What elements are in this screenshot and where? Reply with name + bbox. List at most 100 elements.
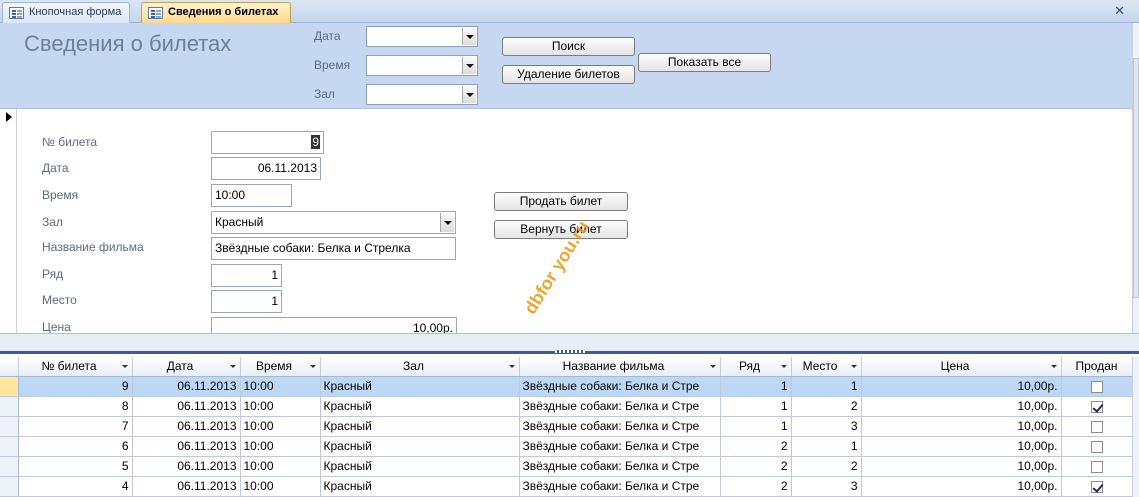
cell-hall[interactable]: Красный <box>320 436 520 457</box>
column-header-film[interactable]: Название фильма <box>519 357 721 377</box>
cell-film[interactable]: Звёздные собаки: Белка и Стре <box>519 436 721 457</box>
cell-date[interactable]: 06.11.2013 <box>132 416 241 437</box>
film-field[interactable]: Звёздные собаки: Белка и Стрелка <box>211 237 456 260</box>
cell-time[interactable]: 10:00 <box>240 456 321 477</box>
sold-checkbox[interactable] <box>1090 460 1103 473</box>
cell-seat[interactable]: 2 <box>791 396 862 417</box>
cell-date[interactable]: 06.11.2013 <box>132 476 241 497</box>
form-scrollbar[interactable] <box>1132 23 1139 333</box>
table-row[interactable]: 7 06.11.2013 10:00 Красный Звёздные собаки: … <box>0 416 1133 437</box>
cell-price[interactable]: 10,00р. <box>861 456 1062 477</box>
table-row[interactable]: 9 06.11.2013 10:00 Красный Звёздные собаки: … <box>0 376 1133 397</box>
cell-hall[interactable]: Красный <box>320 456 520 477</box>
column-header-ticket-no[interactable]: № билета <box>18 357 133 377</box>
filter-hall-combo[interactable] <box>366 84 478 105</box>
record-selector[interactable] <box>0 376 19 397</box>
sort-dropdown-icon[interactable] <box>709 365 716 368</box>
delete-tickets-button[interactable]: Удаление билетов <box>502 65 635 84</box>
cell-row[interactable]: 2 <box>720 476 792 497</box>
seat-field[interactable]: 1 <box>211 290 282 313</box>
table-row[interactable]: 6 06.11.2013 10:00 Красный Звёздные собаки: … <box>0 436 1133 457</box>
cell-ticket-no[interactable]: 8 <box>18 396 133 417</box>
scrollbar-thumb[interactable] <box>1133 58 1139 298</box>
cell-price[interactable]: 10,00р. <box>861 476 1062 497</box>
column-header-time[interactable]: Время <box>240 357 321 377</box>
sort-dropdown-icon[interactable] <box>508 365 515 368</box>
cell-hall[interactable]: Красный <box>320 416 520 437</box>
filter-time-combo[interactable] <box>366 55 478 76</box>
cell-price[interactable]: 10,00р. <box>861 376 1062 397</box>
cell-seat[interactable]: 3 <box>791 476 862 497</box>
cell-date[interactable]: 06.11.2013 <box>132 376 241 397</box>
cell-price[interactable]: 10,00р. <box>861 436 1062 457</box>
show-all-button[interactable]: Показать все <box>638 53 771 72</box>
cell-row[interactable]: 1 <box>720 416 792 437</box>
record-selector[interactable] <box>0 109 17 333</box>
cell-sold[interactable] <box>1061 436 1133 457</box>
sold-checkbox[interactable] <box>1090 440 1103 453</box>
cell-date[interactable]: 06.11.2013 <box>132 436 241 457</box>
sort-dropdown-icon[interactable] <box>309 365 316 368</box>
cell-sold[interactable] <box>1061 416 1133 437</box>
record-selector[interactable] <box>0 396 19 417</box>
split-form-splitter[interactable] <box>0 333 1139 354</box>
cell-time[interactable]: 10:00 <box>240 396 321 417</box>
chevron-down-icon[interactable] <box>462 28 476 45</box>
cell-hall[interactable]: Красный <box>320 376 520 397</box>
return-ticket-button[interactable]: Вернуть билет <box>494 220 628 239</box>
cell-seat[interactable]: 1 <box>791 436 862 457</box>
tab-ticket-info[interactable]: Сведения о билетах <box>141 2 292 23</box>
column-header-seat[interactable]: Место <box>791 357 862 377</box>
sort-dropdown-icon[interactable] <box>121 365 128 368</box>
cell-ticket-no[interactable]: 4 <box>18 476 133 497</box>
sold-checkbox[interactable] <box>1090 380 1103 393</box>
splitter-grip-icon[interactable] <box>555 350 585 353</box>
record-selector[interactable] <box>0 456 19 477</box>
sold-checkbox[interactable] <box>1090 480 1103 493</box>
record-selector[interactable] <box>0 416 19 437</box>
cell-sold[interactable] <box>1061 456 1133 477</box>
column-header-hall[interactable]: Зал <box>320 357 520 377</box>
cell-date[interactable]: 06.11.2013 <box>132 396 241 417</box>
sort-dropdown-icon[interactable] <box>780 365 787 368</box>
cell-seat[interactable]: 2 <box>791 456 862 477</box>
cell-seat[interactable]: 1 <box>791 376 862 397</box>
cell-price[interactable]: 10,00р. <box>861 396 1062 417</box>
cell-film[interactable]: Звёздные собаки: Белка и Стре <box>519 416 721 437</box>
cell-film[interactable]: Звёздные собаки: Белка и Стре <box>519 456 721 477</box>
sort-dropdown-icon[interactable] <box>229 365 236 368</box>
table-row[interactable]: 5 06.11.2013 10:00 Красный Звёздные собаки: … <box>0 456 1133 477</box>
cell-sold[interactable] <box>1061 396 1133 417</box>
column-header-date[interactable]: Дата <box>132 357 241 377</box>
cell-time[interactable]: 10:00 <box>240 416 321 437</box>
cell-row[interactable]: 1 <box>720 396 792 417</box>
table-row[interactable]: 8 06.11.2013 10:00 Красный Звёздные собаки: … <box>0 396 1133 417</box>
cell-row[interactable]: 2 <box>720 436 792 457</box>
datasheet-scrollbar[interactable] <box>1132 357 1139 497</box>
cell-row[interactable]: 1 <box>720 376 792 397</box>
cell-ticket-no[interactable]: 6 <box>18 436 133 457</box>
cell-film[interactable]: Звёздные собаки: Белка и Стре <box>519 376 721 397</box>
row-field[interactable]: 1 <box>211 264 282 287</box>
time-field[interactable]: 10:00 <box>211 184 292 207</box>
cell-seat[interactable]: 3 <box>791 416 862 437</box>
cell-ticket-no[interactable]: 5 <box>18 456 133 477</box>
column-header-row[interactable]: Ряд <box>720 357 792 377</box>
grid-corner[interactable] <box>0 357 19 377</box>
filter-date-combo[interactable] <box>366 26 478 47</box>
cell-sold[interactable] <box>1061 476 1133 497</box>
cell-time[interactable]: 10:00 <box>240 436 321 457</box>
cell-price[interactable]: 10,00р. <box>861 416 1062 437</box>
cell-row[interactable]: 2 <box>720 456 792 477</box>
column-header-price[interactable]: Цена <box>861 357 1062 377</box>
chevron-down-icon[interactable] <box>462 57 476 74</box>
cell-sold[interactable] <box>1061 376 1133 397</box>
sold-checkbox[interactable] <box>1090 420 1103 433</box>
column-header-sold[interactable]: Продан <box>1061 357 1133 377</box>
cell-ticket-no[interactable]: 7 <box>18 416 133 437</box>
record-selector[interactable] <box>0 476 19 497</box>
sold-checkbox[interactable] <box>1090 400 1103 413</box>
cell-date[interactable]: 06.11.2013 <box>132 456 241 477</box>
tab-switchboard[interactable]: Кнопочная форма <box>2 2 131 23</box>
sell-ticket-button[interactable]: Продать билет <box>494 192 628 211</box>
